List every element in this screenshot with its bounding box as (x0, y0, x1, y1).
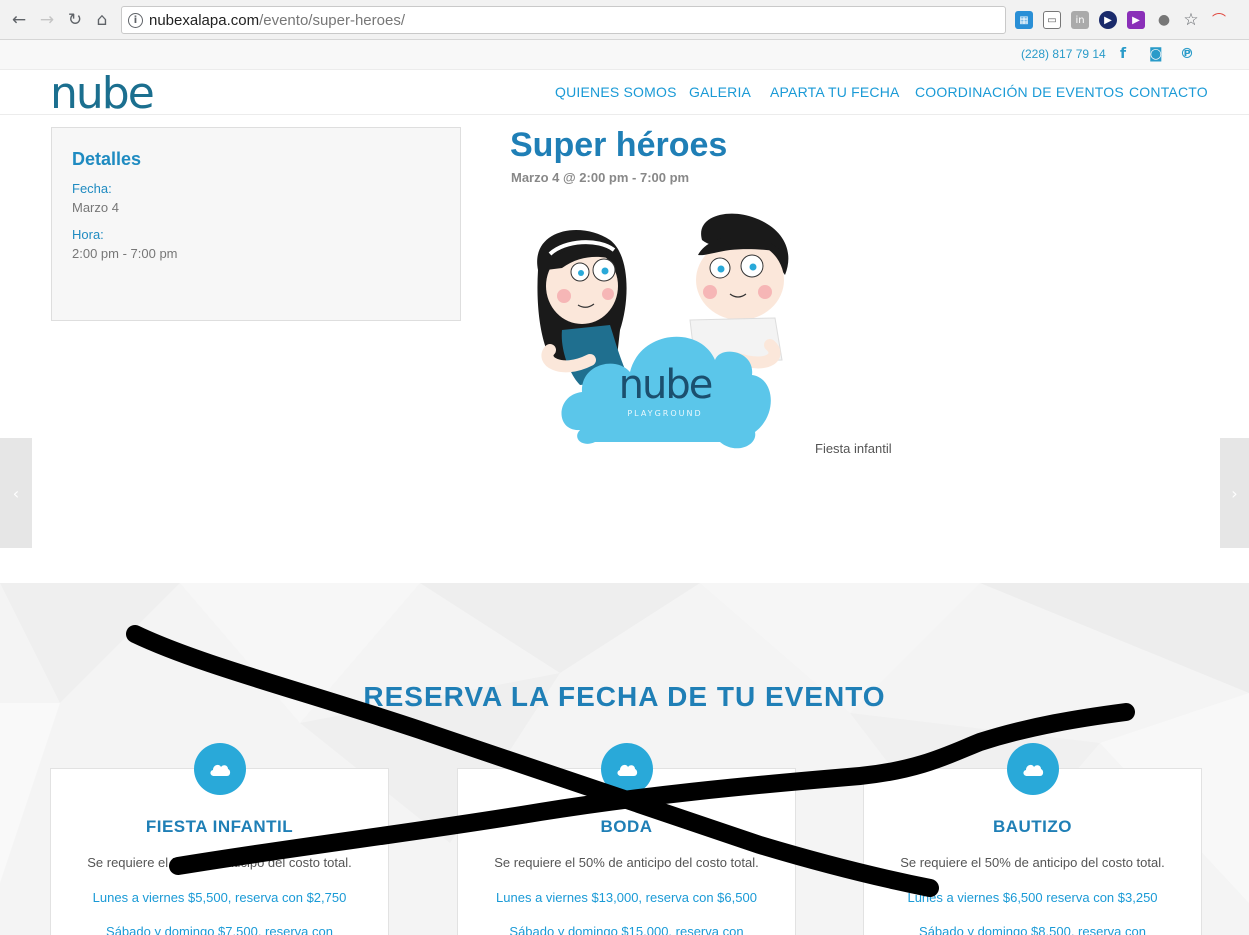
card-requirement: Se requiere el 50% de anticipo del costo… (87, 855, 352, 870)
nav-coordinacion-de-eventos[interactable]: COORDINACIÓN DE EVENTOS (915, 84, 1124, 100)
fecha-label: Fecha: (72, 181, 112, 196)
extension-icon[interactable]: ▦ (1015, 11, 1033, 29)
bulb-extension-icon[interactable]: ● (1155, 11, 1173, 29)
cloud-icon (600, 743, 653, 795)
details-heading: Detalles (72, 149, 142, 169)
reservation-heading: RESERVA LA FECHA DE TU EVENTO (363, 681, 886, 712)
url-path: /evento/super-heroes/ (259, 11, 405, 29)
event-details-box: Detalles Fecha: Marzo 4 Hora: 2:00 pm - … (51, 127, 461, 321)
info-icon[interactable]: i (128, 12, 143, 28)
address-bar[interactable]: i nubexalapa.com/evento/super-heroes/ (121, 6, 1006, 34)
card-requirement: Se requiere el 50% de anticipo del costo… (494, 855, 759, 870)
card-bautizo: BAUTIZO Se requiere el 50% de anticipo d… (863, 743, 1202, 935)
card-title: FIESTA INFANTIL (145, 817, 294, 836)
card-weekend-price[interactable]: Sábado y domingo $15,000, reserva con (458, 924, 795, 935)
ruler-extension-icon[interactable]: ▭ (1043, 11, 1061, 29)
fecha-value: Marzo 4 (72, 200, 119, 215)
home-icon[interactable]: ⌂ (91, 9, 113, 31)
event-date: Marzo 4 @ 2:00 pm - 7:00 pm (511, 170, 690, 185)
nav-galeria[interactable]: GALERIA (689, 84, 751, 100)
phone-number[interactable]: (228) 817 79 14 (1021, 47, 1106, 61)
nav-aparta-tu-fecha[interactable]: APARTA TU FECHA (770, 84, 900, 100)
nav-contacto[interactable]: CONTACTO (1129, 84, 1208, 100)
pinterest-icon[interactable]: ℗ (1180, 46, 1194, 62)
card-boda: BODA Se requiere el 50% de anticipo del … (457, 743, 796, 935)
site-logo[interactable]: nube (50, 72, 155, 116)
linkedin-extension-icon[interactable]: in (1071, 11, 1089, 29)
browser-toolbar: ← → ↻ ⌂ i nubexalapa.com/evento/super-he… (0, 0, 1249, 40)
rainbow-extension-icon[interactable]: ⌒ (1210, 11, 1228, 29)
contact-bar: (228) 817 79 14 f ◙ ℗ (0, 40, 1249, 70)
instagram-icon[interactable]: ◙ (1149, 46, 1163, 62)
cloud-icon (1006, 743, 1059, 795)
next-event-arrow[interactable]: › (1220, 438, 1249, 548)
card-title: BODA (600, 817, 653, 836)
hora-label: Hora: (72, 227, 104, 242)
card-weekend-price[interactable]: Sábado y domingo $8,500, reserva con (864, 924, 1201, 935)
event-caption: Fiesta infantil (815, 441, 892, 456)
card-title: BAUTIZO (992, 817, 1073, 836)
bookmark-star-icon[interactable]: ☆ (1182, 10, 1200, 30)
nav-quienes-somos[interactable]: QUIENES SOMOS (555, 84, 677, 100)
hora-value: 2:00 pm - 7:00 pm (72, 246, 178, 261)
reload-icon[interactable]: ↻ (64, 9, 86, 31)
prev-event-arrow[interactable]: ‹ (0, 438, 32, 548)
event-title: Super héroes (510, 126, 728, 164)
event-illustration: nube PLAYGROUND (537, 213, 789, 449)
card-weekday-price[interactable]: Lunes a viernes $6,500 reserva con $3,25… (864, 890, 1201, 905)
cloud-logo-subtitle: PLAYGROUND (627, 409, 702, 418)
site-header: nube QUIENES SOMOS GALERIA APARTA TU FEC… (0, 70, 1249, 116)
play-extension-icon[interactable]: ▶ (1099, 11, 1117, 29)
card-weekday-price[interactable]: Lunes a viernes $5,500, reserva con $2,7… (51, 890, 388, 905)
cloud-icon (193, 743, 246, 795)
reservation-section: RESERVA LA FECHA DE TU EVENTO FIESTA INF… (0, 583, 1249, 935)
forward-icon[interactable]: → (36, 9, 58, 31)
url-domain: nubexalapa.com (149, 11, 260, 29)
card-requirement: Se requiere el 50% de anticipo del costo… (900, 855, 1165, 870)
card-weekend-price[interactable]: Sábado y domingo $7,500, reserva con (51, 924, 388, 935)
card-weekday-price[interactable]: Lunes a viernes $13,000, reserva con $6,… (458, 890, 795, 905)
media-extension-icon[interactable]: ▶ (1127, 11, 1145, 29)
facebook-icon[interactable]: f (1120, 46, 1126, 62)
card-fiesta-infantil: FIESTA INFANTIL Se requiere el 50% de an… (50, 743, 389, 935)
back-icon[interactable]: ← (8, 9, 30, 31)
cloud-logo-text: nube (619, 362, 712, 408)
